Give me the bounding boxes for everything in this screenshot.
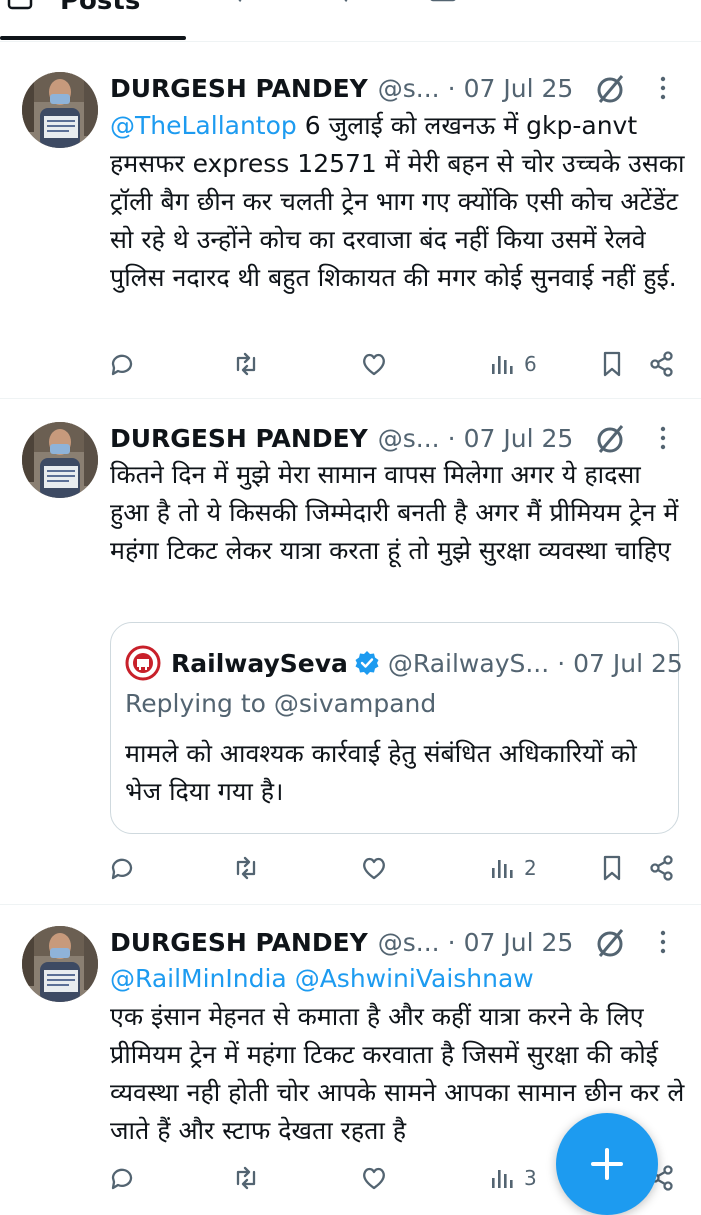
media-tab-icon[interactable] <box>428 0 458 12</box>
separator: · <box>557 648 566 678</box>
articles-tab-icon[interactable] <box>534 0 564 12</box>
author-name[interactable]: DURGESH PANDEY <box>110 424 368 453</box>
tweet-actions: 6 <box>0 344 701 384</box>
tweet-header: DURGESH PANDEY @s... · 07 Jul 25 <box>110 70 573 106</box>
tweet-text: कितने दिन में मुझे मेरा सामान वापस मिलेग… <box>110 460 679 565</box>
share-icon[interactable] <box>648 848 676 888</box>
more-icon[interactable] <box>656 76 670 100</box>
verified-icon <box>355 651 379 675</box>
repost-icon[interactable] <box>232 1158 260 1198</box>
tweet-date[interactable]: 07 Jul 25 <box>464 74 574 103</box>
views-button[interactable]: 3 <box>488 1158 537 1198</box>
grok-icon[interactable] <box>594 926 628 960</box>
quote-date[interactable]: 07 Jul 25 <box>573 649 683 678</box>
tweet[interactable]: DURGESH PANDEY @s... · 07 Jul 25 @TheLal… <box>0 42 701 399</box>
like-icon[interactable] <box>360 848 388 888</box>
views-count: 2 <box>524 856 537 880</box>
reply-icon[interactable] <box>108 1158 136 1198</box>
tweet-actions: 2 <box>0 848 701 888</box>
mention-links[interactable]: @RailMinIndia @AshwiniVaishnaw <box>110 960 685 998</box>
reply-tab-icon[interactable] <box>226 0 256 12</box>
quote-author-handle[interactable]: @RailwayS... <box>388 649 549 678</box>
highlights-tab-icon[interactable] <box>332 0 362 12</box>
author-name[interactable]: DURGESH PANDEY <box>110 928 368 957</box>
author-handle[interactable]: @s... <box>378 928 440 957</box>
mention-link[interactable]: @TheLallantop <box>110 111 297 140</box>
active-tab-indicator <box>0 36 186 40</box>
tweet-date[interactable]: 07 Jul 25 <box>464 928 574 957</box>
likes-tab-icon[interactable] <box>632 0 662 12</box>
tweet-header: DURGESH PANDEY @s... · 07 Jul 25 <box>110 420 573 456</box>
separator: · <box>447 73 456 103</box>
views-button[interactable]: 2 <box>488 848 537 888</box>
like-icon[interactable] <box>360 344 388 384</box>
avatar[interactable] <box>22 422 98 498</box>
quote-author-name[interactable]: RailwaySeva <box>171 649 348 678</box>
repost-icon[interactable] <box>232 344 260 384</box>
tweet-date[interactable]: 07 Jul 25 <box>464 424 574 453</box>
author-name[interactable]: DURGESH PANDEY <box>110 74 368 103</box>
reply-icon[interactable] <box>108 344 136 384</box>
bookmark-icon[interactable] <box>598 848 626 888</box>
quote-text: मामले को आवश्यक कार्रवाई हेतु संबंधित अध… <box>125 739 637 806</box>
separator: · <box>447 927 456 957</box>
repost-icon[interactable] <box>232 848 260 888</box>
profile-tab-bar: Posts <box>0 0 701 42</box>
reply-icon[interactable] <box>108 848 136 888</box>
replying-to: Replying to @sivampand <box>125 689 437 718</box>
grok-icon[interactable] <box>594 422 628 456</box>
separator: · <box>447 423 456 453</box>
tweet[interactable]: DURGESH PANDEY @s... · 07 Jul 25 कितने द… <box>0 400 701 905</box>
more-icon[interactable] <box>656 426 670 450</box>
tab-posts[interactable]: Posts <box>60 0 140 16</box>
avatar[interactable] <box>22 926 98 1002</box>
bookmark-icon[interactable] <box>598 344 626 384</box>
views-count: 3 <box>524 1166 537 1190</box>
views-button[interactable]: 6 <box>488 344 537 384</box>
more-icon[interactable] <box>656 930 670 954</box>
views-count: 6 <box>524 352 537 376</box>
tweet-header: DURGESH PANDEY @s... · 07 Jul 25 <box>110 924 573 960</box>
views-icon <box>492 860 513 878</box>
views-icon <box>492 356 513 374</box>
like-icon[interactable] <box>360 1158 388 1198</box>
views-icon <box>492 1170 513 1188</box>
author-handle[interactable]: @s... <box>378 424 440 453</box>
quote-header: RailwaySeva @RailwayS... · 07 Jul 25 <box>125 643 683 683</box>
grok-icon[interactable] <box>594 72 628 106</box>
tweet-text: @TheLallantop 6 जुलाई को लखनऊ में gkp-an… <box>110 111 685 292</box>
railway-logo-icon <box>125 645 161 681</box>
compose-plus-icon <box>591 1148 623 1180</box>
avatar[interactable] <box>22 72 98 148</box>
grid-icon[interactable] <box>6 0 36 12</box>
share-icon[interactable] <box>648 344 676 384</box>
author-handle[interactable]: @s... <box>378 74 440 103</box>
quoted-tweet[interactable]: RailwaySeva @RailwayS... · 07 Jul 25 Rep… <box>110 622 683 834</box>
